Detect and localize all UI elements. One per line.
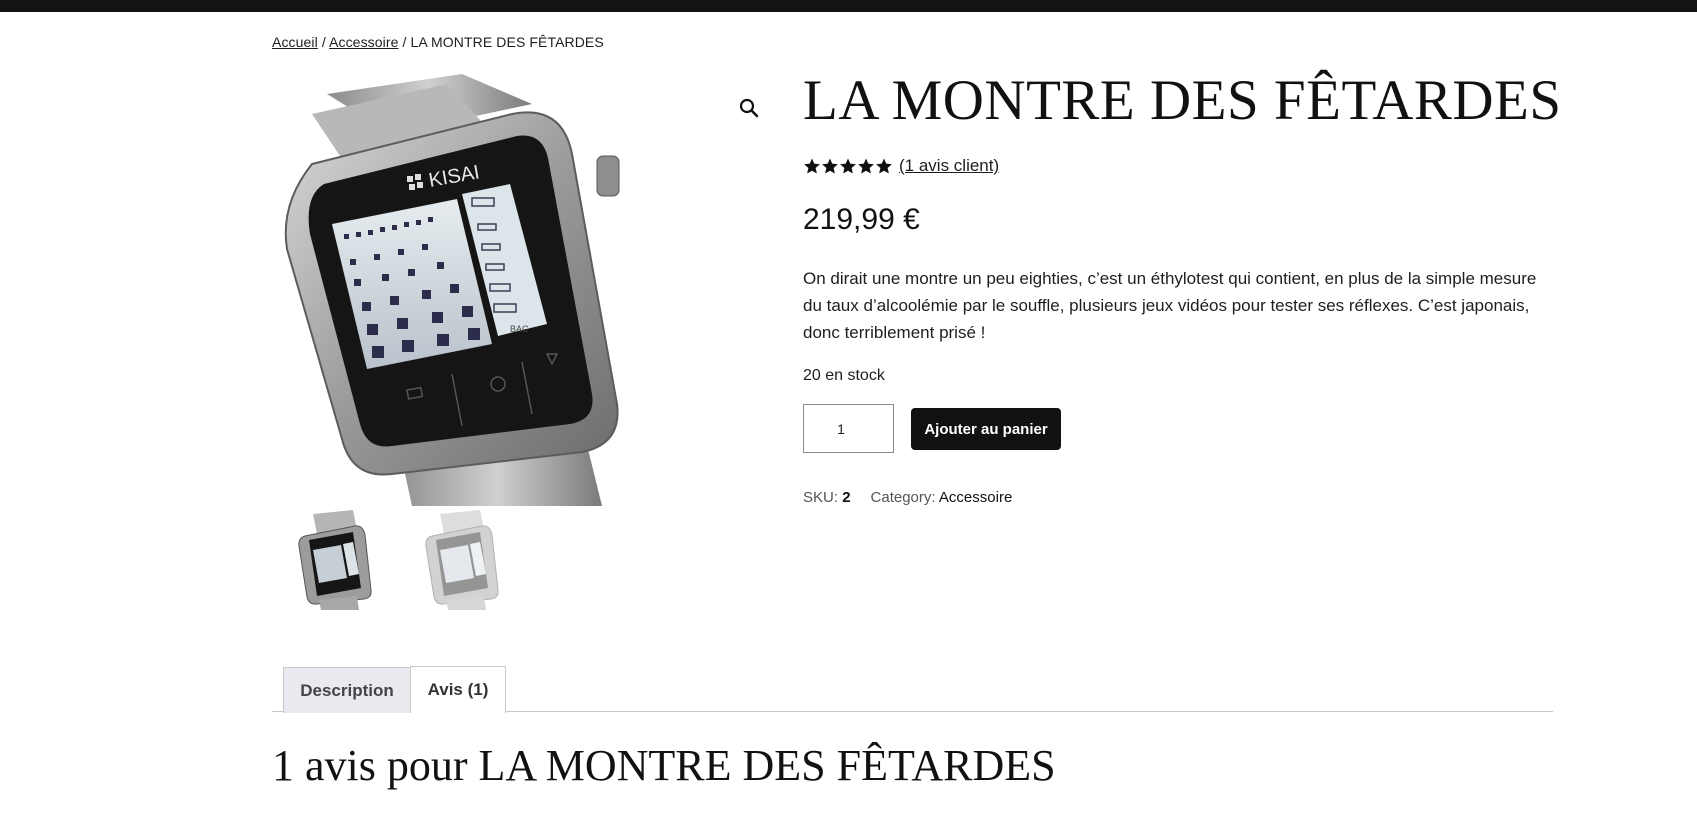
category-meta: Category: Accessoire [871, 489, 1013, 506]
breadcrumb-current: LA MONTRE DES FÊTARDES [410, 34, 604, 50]
sku-label: SKU: [803, 489, 839, 506]
svg-text:BAC: BAC [510, 324, 529, 334]
rating-stars [803, 157, 893, 175]
star-icon [840, 158, 856, 174]
star-icon [876, 158, 892, 174]
product-tabs: Description Avis (1) [272, 666, 1553, 713]
watch-thumbnail-image [298, 510, 372, 610]
product-main-image[interactable]: KISAI BAC [272, 74, 697, 506]
star-icon [858, 158, 874, 174]
breadcrumb-separator: / [398, 34, 411, 50]
review-count-link[interactable]: (1 avis client) [899, 156, 999, 176]
breadcrumb: Accueil / Accessoire / LA MONTRE DES FÊT… [272, 34, 604, 50]
stock-status: 20 en stock [803, 367, 885, 384]
sku-meta: SKU: 2 [803, 489, 851, 506]
product-title: LA MONTRE DES FÊTARDES [803, 69, 1562, 132]
product-rating: (1 avis client) [803, 156, 999, 176]
category-link[interactable]: Accessoire [939, 489, 1012, 506]
product-thumbnail[interactable] [422, 510, 502, 610]
magnifier-icon[interactable] [737, 96, 761, 120]
breadcrumb-separator: / [317, 34, 330, 50]
tab-description[interactable]: Description [283, 667, 411, 713]
breadcrumb-category-link[interactable]: Accessoire [329, 34, 398, 50]
star-icon [804, 158, 820, 174]
watch-image: KISAI BAC [284, 74, 620, 506]
reviews-heading: 1 avis pour LA MONTRE DES FÊTARDES [272, 741, 1056, 790]
watch-thumbnail-image [425, 510, 499, 610]
product-short-description: On dirait une montre un peu eighties, c’… [803, 269, 1537, 342]
breadcrumb-home-link[interactable]: Accueil [272, 34, 318, 50]
star-icon [822, 158, 838, 174]
product-meta: SKU: 2 Category: Accessoire [803, 489, 1012, 506]
product-thumbnail[interactable] [295, 510, 375, 610]
product-price: 219,99 € [803, 203, 920, 236]
quantity-input[interactable] [803, 404, 894, 453]
sku-value: 2 [842, 489, 851, 506]
category-label: Category: [870, 489, 936, 506]
top-bar [0, 0, 1697, 12]
add-to-cart-button[interactable]: Ajouter au panier [911, 408, 1061, 450]
tab-reviews[interactable]: Avis (1) [410, 666, 506, 713]
